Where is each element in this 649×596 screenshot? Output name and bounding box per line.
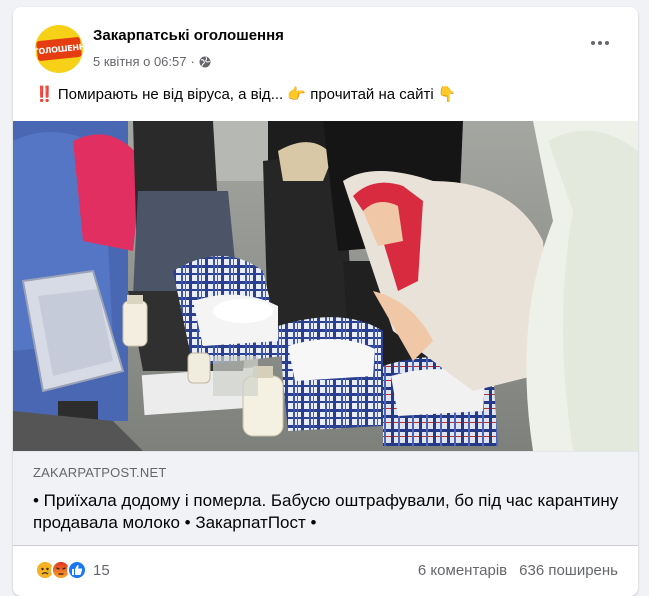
link-preview[interactable]: ZAKARPATPOST.NET • Приїхала додому і пом… [13, 451, 638, 546]
page-avatar[interactable]: ОГОЛОШЕННЯ [35, 25, 83, 73]
market-scene-image [13, 121, 638, 451]
meta-separator: · [190, 54, 195, 69]
shares-count-link[interactable]: 636 поширень [519, 562, 618, 579]
post-header: ОГОЛОШЕННЯ Закарпатські оголошення 5 кві… [13, 7, 638, 79]
post-text: ‼️ Помирають не від віруса, а від... 👉 п… [35, 85, 457, 103]
point-right-emoji: 👉 [287, 86, 307, 103]
comments-count-link[interactable]: 6 коментарів [418, 562, 507, 579]
like-reaction-icon [67, 560, 87, 580]
post-meta: 5 квітня о 06:57 · [93, 54, 211, 69]
post-footer: 15 6 коментарів 636 поширень [13, 555, 638, 591]
double-exclamation-emoji: ‼️ [35, 86, 54, 103]
avatar-logo: ОГОЛОШЕННЯ [35, 36, 83, 62]
post-photo[interactable] [13, 121, 638, 451]
globe-icon [199, 56, 211, 67]
more-dot [598, 41, 602, 45]
link-domain: ZAKARPATPOST.NET [33, 465, 167, 480]
more-options-button[interactable] [582, 31, 618, 55]
page-name-link[interactable]: Закарпатські оголошення [93, 27, 284, 44]
more-dots-icon [591, 41, 595, 45]
more-dot [605, 41, 609, 45]
post-text-tail: прочитай на сайті [306, 86, 438, 103]
post-text-main: Помирають не від віруса, а від... [53, 86, 288, 103]
reaction-count: 15 [93, 561, 110, 579]
engagement-counts: 6 коментарів 636 поширень [418, 562, 618, 579]
avatar-logo-text: ОГОЛОШЕННЯ [35, 41, 83, 57]
post-timestamp[interactable]: 5 квітня о 06:57 [93, 54, 186, 69]
post-card: ОГОЛОШЕННЯ Закарпатські оголошення 5 кві… [13, 7, 638, 596]
reactions-summary[interactable]: 15 [35, 560, 110, 580]
point-down-emoji: 👇 [437, 86, 457, 103]
link-title[interactable]: • Приїхала додому і померла. Бабусю оштр… [33, 490, 623, 534]
